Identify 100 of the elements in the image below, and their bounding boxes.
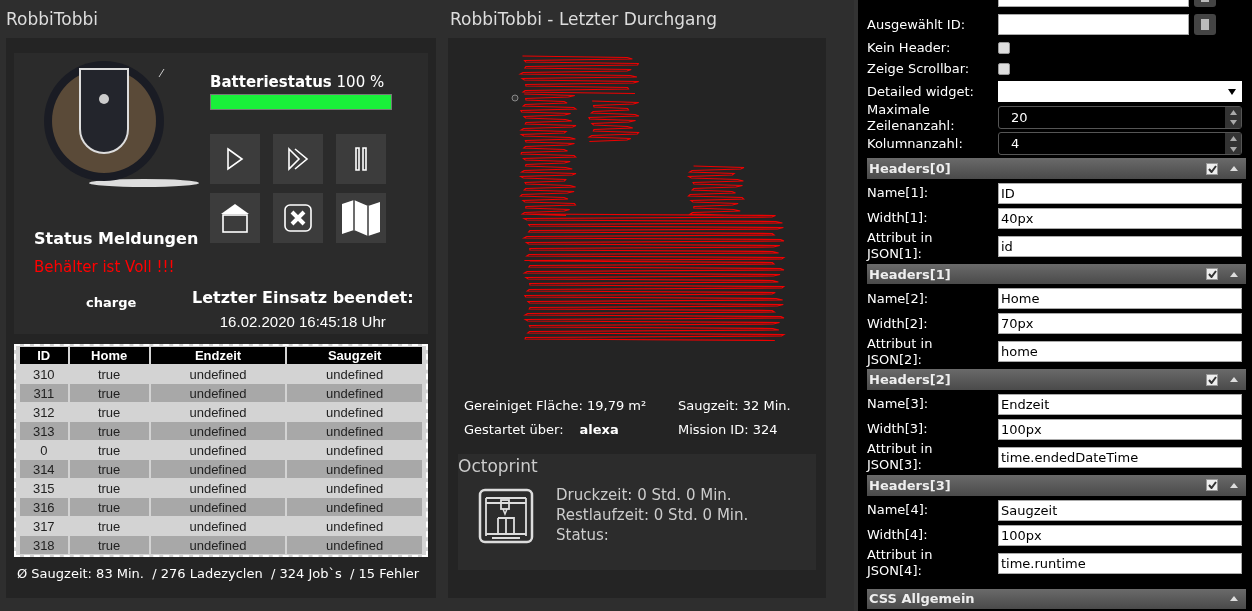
pause-button[interactable] bbox=[336, 134, 386, 184]
input-field[interactable]: Home bbox=[998, 288, 1242, 310]
input-field[interactable]: home bbox=[998, 341, 1242, 363]
field-label: Ausgewählt ID: bbox=[867, 16, 967, 33]
field-label: Zeige Scrollbar: bbox=[867, 60, 971, 77]
checkbox[interactable] bbox=[1206, 479, 1218, 492]
table-cell: true bbox=[69, 421, 149, 440]
collapse-icon bbox=[1230, 166, 1238, 172]
fast-forward-button[interactable] bbox=[273, 134, 323, 184]
close-icon bbox=[284, 204, 312, 232]
collapse-icon bbox=[1230, 271, 1238, 277]
field-label: Maximale Zeilenanzahl: bbox=[867, 101, 956, 134]
robot-state: charge bbox=[85, 294, 138, 312]
column-header: Saugzeit bbox=[287, 347, 422, 364]
table-cell: undefined bbox=[287, 421, 422, 440]
table-cell: undefined bbox=[287, 383, 422, 402]
field-label: Width[4]: bbox=[867, 527, 929, 543]
panel-title: RobbiTobbi - Letzter Durchgang bbox=[449, 8, 718, 31]
table-cell: 314 bbox=[20, 459, 68, 478]
select-field[interactable] bbox=[998, 81, 1242, 102]
summary-text: Ø Saugzeit: 83 Min. / 276 Ladezyclen / 324 Job`s / 15 Fehler bbox=[16, 566, 421, 581]
input-field[interactable]: 100px bbox=[998, 418, 1242, 440]
pause-icon bbox=[355, 147, 367, 171]
map-icon bbox=[341, 198, 381, 238]
field-label: Width[3]: bbox=[867, 421, 929, 438]
map-button[interactable] bbox=[336, 193, 386, 243]
section-header[interactable]: CSS Allgemein bbox=[867, 588, 1246, 610]
print-info: Druckzeit: 0 Std. 0 Min. bbox=[556, 485, 733, 505]
stat-label: Gestartet über: bbox=[464, 422, 564, 437]
checkbox[interactable] bbox=[1206, 268, 1218, 281]
table-cell: 311 bbox=[20, 383, 68, 402]
field-label: Width[1]: bbox=[867, 210, 929, 227]
field-label: Name[1]: bbox=[867, 185, 930, 202]
battery-label: Batteriestatus 100 % bbox=[210, 73, 386, 91]
field-label: Kolumnanzahl: bbox=[867, 135, 964, 152]
field-label: Attribut in JSON[1]: bbox=[867, 230, 934, 263]
input-field[interactable]: 40px bbox=[998, 207, 1242, 229]
collapse-icon bbox=[1230, 482, 1238, 488]
section-header[interactable]: Headers[1] bbox=[867, 263, 1246, 285]
table-cell: undefined bbox=[150, 497, 286, 516]
table-cell: undefined bbox=[150, 383, 286, 402]
column-header: Endzeit bbox=[150, 347, 286, 364]
input-field[interactable]: Endzeit bbox=[998, 393, 1242, 415]
list-icon bbox=[1201, 19, 1209, 30]
last-run-time: 16.02.2020 16:45:18 Uhr bbox=[219, 313, 386, 330]
number-field[interactable]: 20 bbox=[998, 106, 1242, 130]
id-field[interactable] bbox=[998, 14, 1189, 35]
home-button[interactable] bbox=[210, 193, 260, 243]
table-cell: 313 bbox=[20, 421, 68, 440]
play-icon bbox=[226, 147, 244, 171]
input-field[interactable]: time.runtime bbox=[998, 552, 1242, 574]
stat-text: Gereiniget Fläche: 19,79 m² bbox=[464, 398, 648, 413]
collapse-icon bbox=[1230, 596, 1238, 602]
field-label: Name[4]: bbox=[867, 502, 930, 518]
field-label: Detailed widget: bbox=[867, 83, 975, 100]
input-field[interactable]: id bbox=[998, 235, 1242, 257]
panel-title: RobbiTobbi bbox=[6, 8, 99, 31]
checkbox[interactable] bbox=[998, 41, 1010, 54]
home-icon bbox=[219, 202, 251, 234]
field-label: Name[3]: bbox=[867, 396, 930, 413]
checkbox[interactable] bbox=[1206, 373, 1218, 386]
column-header: ID bbox=[20, 347, 68, 364]
section-header[interactable]: Headers[3] bbox=[867, 474, 1246, 496]
field-label: Name[2]: bbox=[867, 290, 930, 307]
table-cell: undefined bbox=[150, 421, 286, 440]
input-field[interactable]: 100px bbox=[998, 524, 1242, 546]
checkbox[interactable] bbox=[1206, 162, 1218, 175]
table-cell: undefined bbox=[150, 459, 286, 478]
column-header: Home bbox=[69, 347, 149, 364]
stop-button[interactable] bbox=[273, 193, 323, 243]
checkbox[interactable] bbox=[998, 62, 1010, 75]
picker-button[interactable] bbox=[1194, 14, 1216, 35]
field-label: Kein Header: bbox=[867, 39, 952, 56]
number-field[interactable]: 4 bbox=[998, 132, 1242, 156]
spinner-icon bbox=[1225, 107, 1241, 129]
print-info: Restlaufzeit: 0 Std. 0 Min. bbox=[556, 505, 749, 525]
fast-forward-icon bbox=[287, 147, 309, 171]
input-field[interactable]: 70px bbox=[998, 313, 1242, 335]
table-cell: 318 bbox=[20, 535, 68, 554]
table-cell: 316 bbox=[20, 497, 68, 516]
input-field[interactable]: ID bbox=[998, 182, 1242, 204]
status-message: Behälter ist Voll !!! bbox=[34, 258, 176, 276]
section-header[interactable]: Headers[2] bbox=[867, 369, 1246, 390]
input-field[interactable]: time.endedDateTime bbox=[998, 446, 1242, 468]
table-cell: undefined bbox=[287, 535, 422, 554]
field-label: Width[2]: bbox=[867, 315, 929, 332]
field-label: Attribut in JSON[3]: bbox=[867, 441, 934, 474]
stat-value: alexa bbox=[579, 422, 619, 437]
print-info: Status: bbox=[556, 525, 610, 545]
last-run-heading: Letzter Einsatz beendet: bbox=[192, 288, 414, 307]
caret-icon bbox=[1228, 88, 1236, 95]
spinner-icon bbox=[1225, 133, 1241, 155]
stat-text: Saugzeit: 32 Min. bbox=[678, 398, 792, 413]
table-cell: undefined bbox=[150, 535, 286, 554]
field-label: Attribut in JSON[4]: bbox=[867, 547, 934, 579]
input-field[interactable]: Saugzeit bbox=[998, 499, 1242, 521]
collapse-icon bbox=[1230, 377, 1238, 383]
table-cell: undefined bbox=[287, 459, 422, 478]
section-header[interactable]: Headers[0] bbox=[867, 158, 1246, 179]
play-button[interactable] bbox=[210, 134, 260, 184]
